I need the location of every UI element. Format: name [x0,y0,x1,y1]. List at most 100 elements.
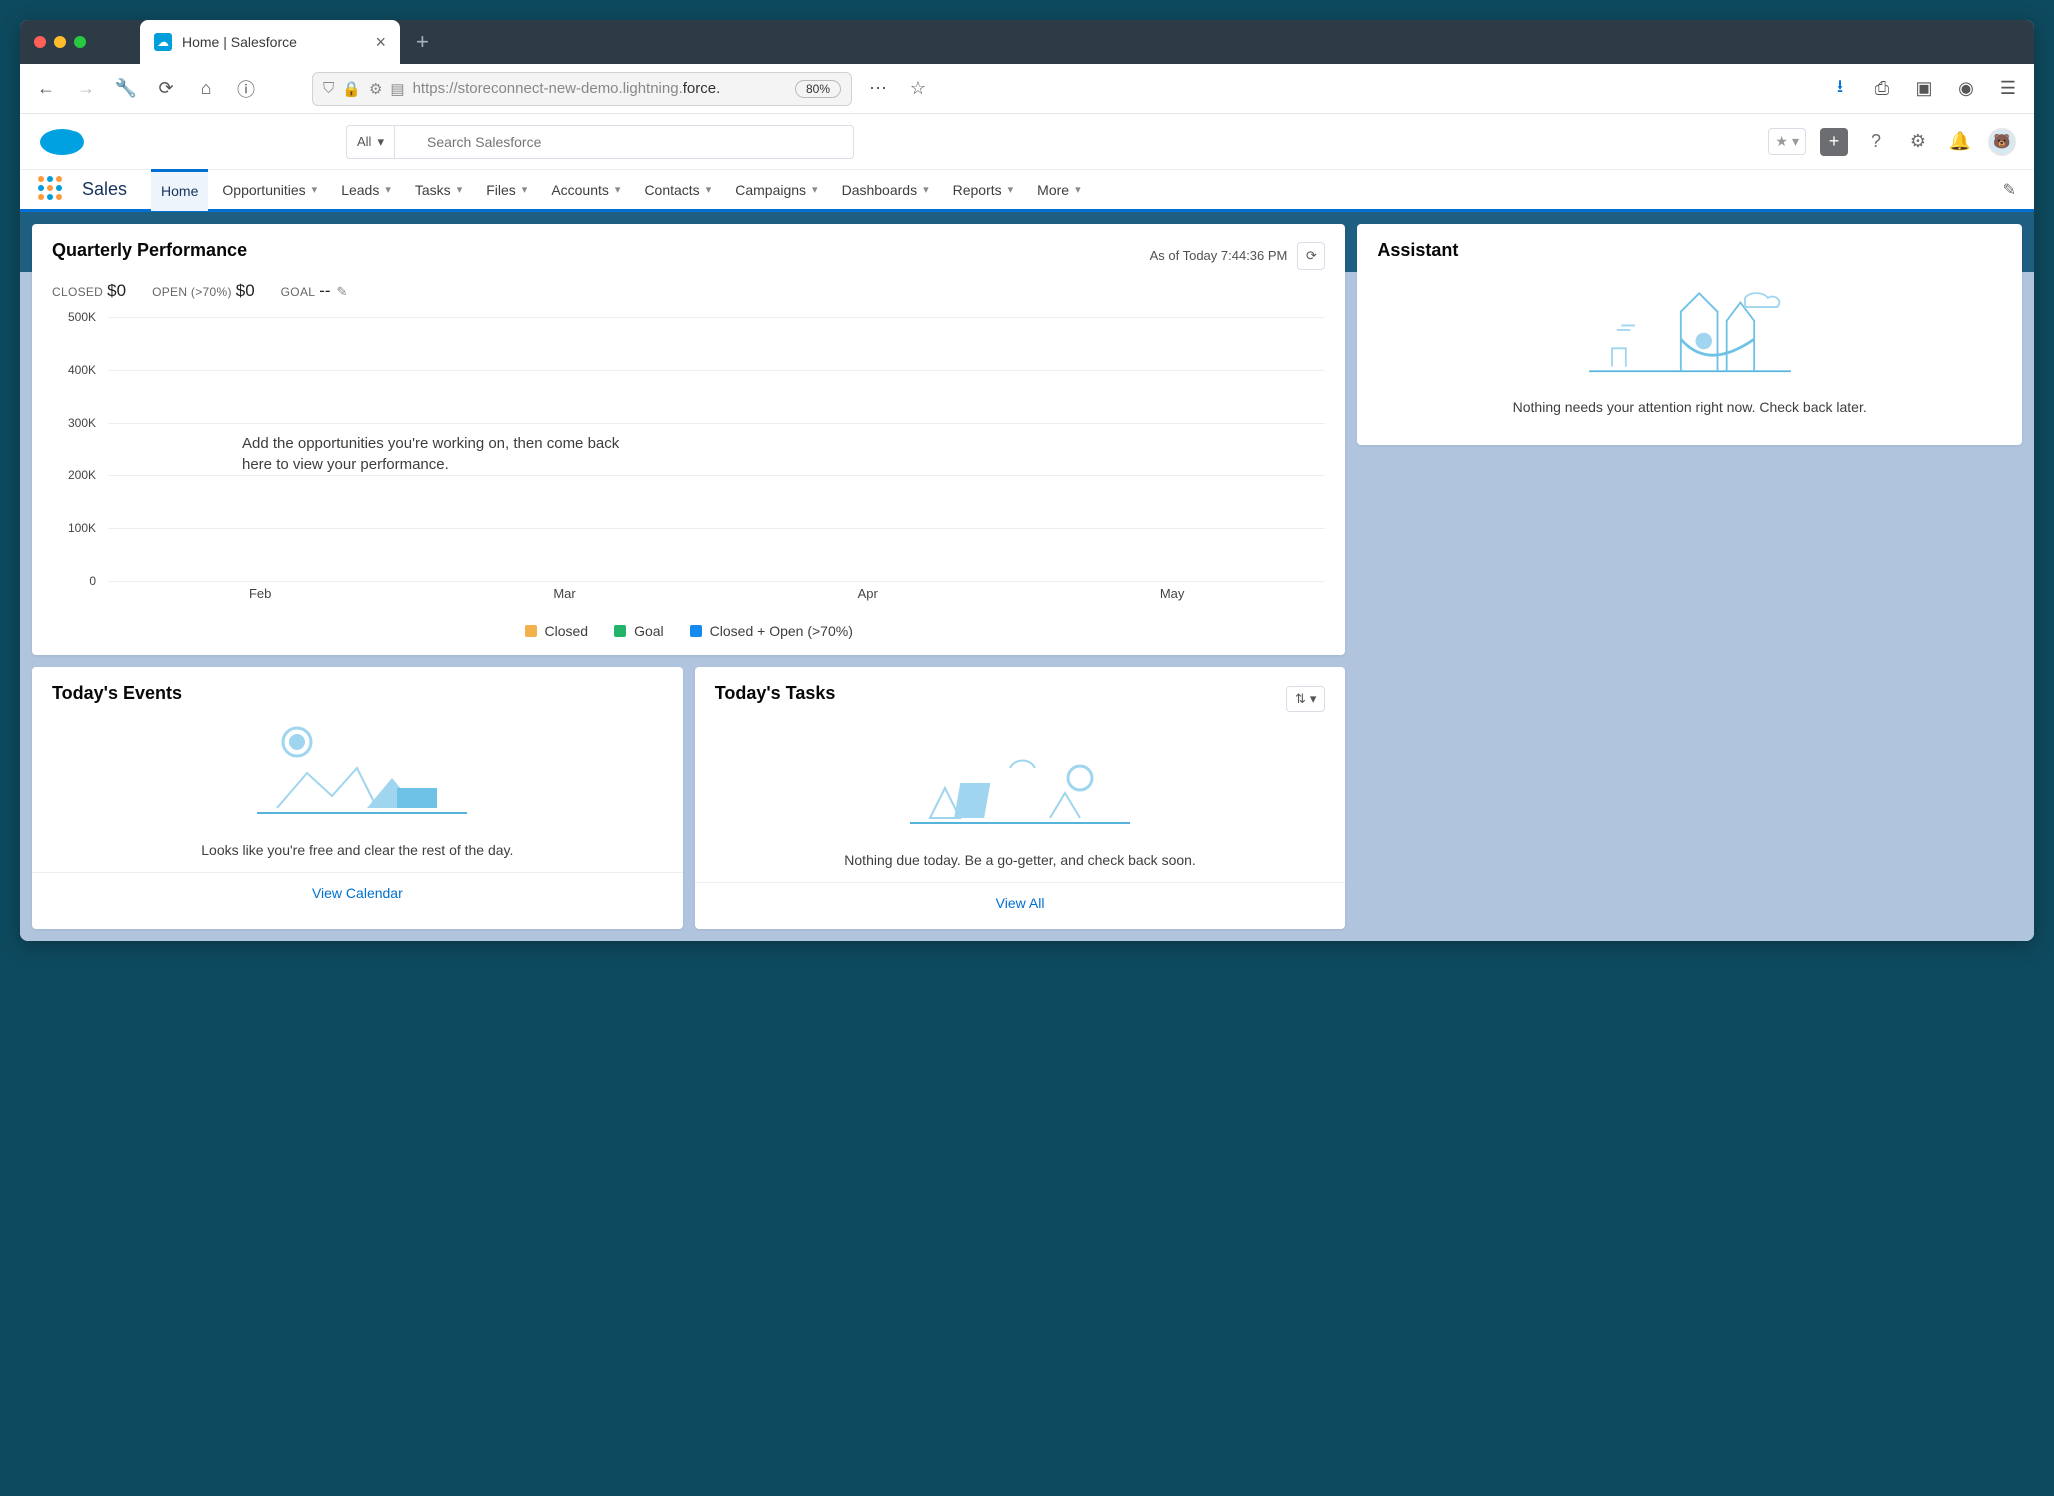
global-actions-button[interactable]: + [1820,128,1848,156]
gridline [108,317,1325,318]
salesforce-header: All ▾ 🔍 ★ ▾ + ? ⚙ 🔔 🐻 [20,114,2034,170]
browser-toolbar: ← → 🔧 ⟳ ⌂ ⓘ ⛉ 🔒 ⚙ ▤ https://storeconnect… [20,64,2034,114]
page-actions-button[interactable]: ⋯ [864,75,892,103]
home-button[interactable]: ⌂ [192,75,220,103]
chart-empty-message: Add the opportunities you're working on,… [242,433,622,475]
view-calendar-link[interactable]: View Calendar [312,885,403,901]
permissions-icon: ⚙ [369,80,382,98]
legend-swatch [525,625,537,637]
nav-item-tasks[interactable]: Tasks▾ [405,169,472,211]
edit-nav-pencil-icon[interactable]: ✎ [2003,180,2016,200]
performance-chart: Add the opportunities you're working on,… [52,317,1325,617]
chevron-down-icon: ▾ [1008,183,1014,196]
legend-swatch [690,625,702,637]
tasks-empty-message: Nothing due today. Be a go-getter, and c… [715,852,1326,868]
open-value: $0 [236,281,255,300]
nav-item-home[interactable]: Home [151,169,208,211]
forward-button[interactable]: → [72,75,100,103]
minimize-window-button[interactable] [54,36,66,48]
nav-item-reports[interactable]: Reports▾ [943,169,1024,211]
chevron-down-icon: ▾ [377,134,384,150]
closed-value: $0 [107,281,126,300]
menu-button[interactable]: ☰ [1994,75,2022,103]
reload-button[interactable]: ⟳ [152,75,180,103]
assistant-card: Assistant Nothing needs your attention r… [1357,224,2022,445]
x-tick: Mar [553,586,575,601]
maximize-window-button[interactable] [74,36,86,48]
info-button[interactable]: ⓘ [232,75,260,103]
help-icon[interactable]: ? [1862,128,1890,156]
bookmark-star-button[interactable]: ☆ [904,75,932,103]
salesforce-favicon: ☁ [154,33,172,51]
close-window-button[interactable] [34,36,46,48]
nav-item-label: Contacts [644,182,699,198]
assistant-empty-message: Nothing needs your attention right now. … [1377,399,2002,415]
task-filter-dropdown[interactable]: ⇅▾ [1286,686,1325,712]
global-search: All ▾ 🔍 [346,125,854,159]
nav-item-files[interactable]: Files▾ [476,169,537,211]
chevron-down-icon: ▾ [385,183,391,196]
legend-item: Goal [614,623,664,639]
x-tick: May [1160,586,1185,601]
app-launcher-button[interactable] [38,176,66,204]
nav-item-accounts[interactable]: Accounts ▾ [541,169,630,211]
nav-item-campaigns[interactable]: Campaigns▾ [725,169,827,211]
legend-label: Closed + Open (>70%) [710,623,853,639]
nav-item-more[interactable]: More▾ [1027,169,1090,211]
chevron-down-icon: ▾ [1075,183,1081,196]
nav-item-label: Campaigns [735,182,806,198]
new-tab-button[interactable]: + [400,29,445,55]
chevron-down-icon: ▾ [312,183,318,196]
gridline [108,475,1325,476]
legend-swatch [614,625,626,637]
view-all-tasks-link[interactable]: View All [996,895,1045,911]
sidebar-button[interactable]: ▣ [1910,75,1938,103]
browser-tab[interactable]: ☁ Home | Salesforce × [140,20,400,64]
shield-icon: ⛉ [323,80,334,97]
chevron-down-icon: ▾ [923,183,929,196]
legend-item: Closed + Open (>70%) [690,623,853,639]
quarterly-performance-card: Quarterly Performance As of Today 7:44:3… [32,224,1345,655]
reader-icon: ▤ [390,80,404,98]
chevron-down-icon: ▾ [457,183,463,196]
chevron-down-icon: ▾ [615,183,621,196]
url-bar[interactable]: ⛉ 🔒 ⚙ ▤ https://storeconnect-new-demo.li… [312,72,852,106]
filter-icon: ⇅ [1295,691,1306,707]
card-title: Today's Tasks [715,683,836,704]
account-button[interactable]: ◉ [1952,75,1980,103]
titlebar: ☁ Home | Salesforce × + [20,20,2034,64]
library-button[interactable]: ⎙ [1868,75,1896,103]
downloads-button[interactable]: ⭳ [1826,75,1854,103]
notifications-bell-icon[interactable]: 🔔 [1946,128,1974,156]
close-tab-button[interactable]: × [375,32,386,53]
card-title: Today's Events [52,683,663,704]
card-title: Assistant [1377,240,2002,261]
search-input[interactable] [394,125,854,159]
setup-gear-icon[interactable]: ⚙ [1904,128,1932,156]
page-body: Quarterly Performance As of Today 7:44:3… [20,212,2034,941]
legend-label: Goal [634,623,664,639]
goal-label: GOAL [281,285,316,299]
nav-item-leads[interactable]: Leads▾ [331,169,401,211]
nav-item-label: Dashboards [842,182,918,198]
nav-item-opportunities[interactable]: Opportunities▾ [212,169,327,211]
tasks-illustration [715,728,1326,838]
back-button[interactable]: ← [32,75,60,103]
nav-item-label: Accounts [551,182,609,198]
chevron-down-icon: ▾ [1792,133,1799,150]
dev-tools-button[interactable]: 🔧 [112,75,140,103]
zoom-level[interactable]: 80% [795,80,841,98]
salesforce-logo [38,126,86,158]
favorites-button[interactable]: ★ ▾ [1768,128,1806,155]
nav-item-dashboards[interactable]: Dashboards ▾ [832,169,939,211]
assistant-illustration [1377,275,2002,385]
user-avatar[interactable]: 🐻 [1988,128,2016,156]
nav-item-contacts[interactable]: Contacts▾ [634,169,721,211]
edit-goal-pencil-icon[interactable]: ✎ [337,284,348,299]
gridline [108,528,1325,529]
chevron-down-icon: ▾ [1310,691,1317,707]
chevron-down-icon: ▾ [522,183,528,196]
legend-item: Closed [525,623,589,639]
search-scope-dropdown[interactable]: All ▾ [346,125,394,159]
refresh-button[interactable]: ⟳ [1297,242,1325,270]
